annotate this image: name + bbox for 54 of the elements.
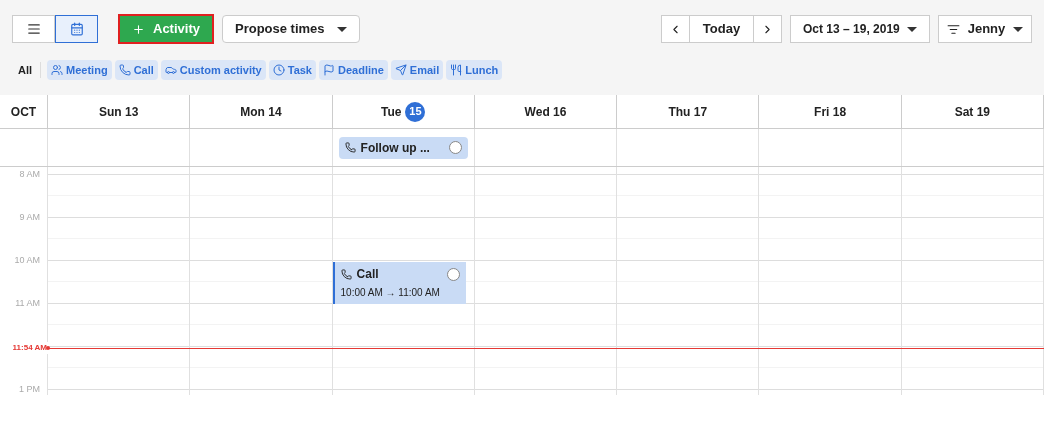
hour-label: 8 AM xyxy=(19,168,40,181)
complete-toggle[interactable] xyxy=(446,267,460,281)
hour-label: 1 PM xyxy=(19,383,40,395)
activity-type-chip[interactable]: Meeting xyxy=(47,60,112,80)
list-view-button[interactable] xyxy=(12,15,55,43)
phone-icon xyxy=(340,268,352,280)
complete-toggle[interactable] xyxy=(448,141,462,154)
day-header: Tue xyxy=(380,103,402,121)
activity-type-chip[interactable]: Task xyxy=(268,60,316,80)
all-day-event[interactable]: Follow up ... xyxy=(338,136,468,159)
previous-button[interactable] xyxy=(661,15,690,43)
propose-times-button[interactable]: Propose times xyxy=(221,15,360,43)
call-icon xyxy=(118,64,131,76)
day-header: Sun 13 xyxy=(98,103,139,121)
activity-type-chip[interactable]: Deadline xyxy=(319,60,388,80)
phone-icon xyxy=(344,142,356,153)
task-icon xyxy=(272,64,285,76)
hour-label: 9 AM xyxy=(19,211,40,224)
plus-icon xyxy=(132,22,145,36)
caret-icon xyxy=(1013,26,1023,32)
activity-type-chip[interactable]: Lunch xyxy=(446,60,503,80)
today-badge: 15 xyxy=(405,101,426,122)
calendar-view-button[interactable] xyxy=(55,15,98,43)
all-filter[interactable]: All xyxy=(18,61,42,79)
caret-icon xyxy=(907,26,917,32)
event-title: Call xyxy=(356,266,380,283)
activity-type-chip[interactable]: Email xyxy=(390,60,444,80)
day-header: Wed 16 xyxy=(524,103,567,121)
day-header: Sat 19 xyxy=(954,103,991,121)
event-title: Follow up ... xyxy=(360,139,431,157)
filter-icon xyxy=(947,22,960,36)
user-filter-dropdown[interactable]: Jenny xyxy=(938,15,1032,43)
email-icon xyxy=(394,64,407,76)
calendar-icon xyxy=(69,22,84,36)
meeting-icon xyxy=(51,64,64,76)
caret-icon xyxy=(336,26,347,32)
date-range-dropdown[interactable]: Oct 13 – 19, 2019 xyxy=(790,15,930,43)
deadline-icon xyxy=(323,64,335,76)
month-label: OCT xyxy=(10,103,37,121)
activity-type-chip[interactable]: Call xyxy=(114,60,158,80)
event-time: 10:00 AM → 11:00 AM xyxy=(340,286,441,300)
hour-label: 10 AM xyxy=(14,254,40,267)
add-activity-button[interactable]: Activity xyxy=(118,14,214,44)
hour-label: 11 AM xyxy=(15,297,40,310)
activity-type-chip[interactable]: Custom activity xyxy=(160,60,266,80)
day-header: Mon 14 xyxy=(240,103,282,121)
timed-event[interactable]: Call 10:00 AM → 11:00 AM xyxy=(332,262,466,304)
day-header: Fri 18 xyxy=(814,103,847,121)
lunch-icon xyxy=(450,64,463,76)
next-button[interactable] xyxy=(753,15,782,43)
list-icon xyxy=(26,22,41,36)
today-button[interactable]: Today xyxy=(690,15,753,43)
day-header: Thu 17 xyxy=(668,103,708,121)
custom-icon xyxy=(164,64,177,76)
